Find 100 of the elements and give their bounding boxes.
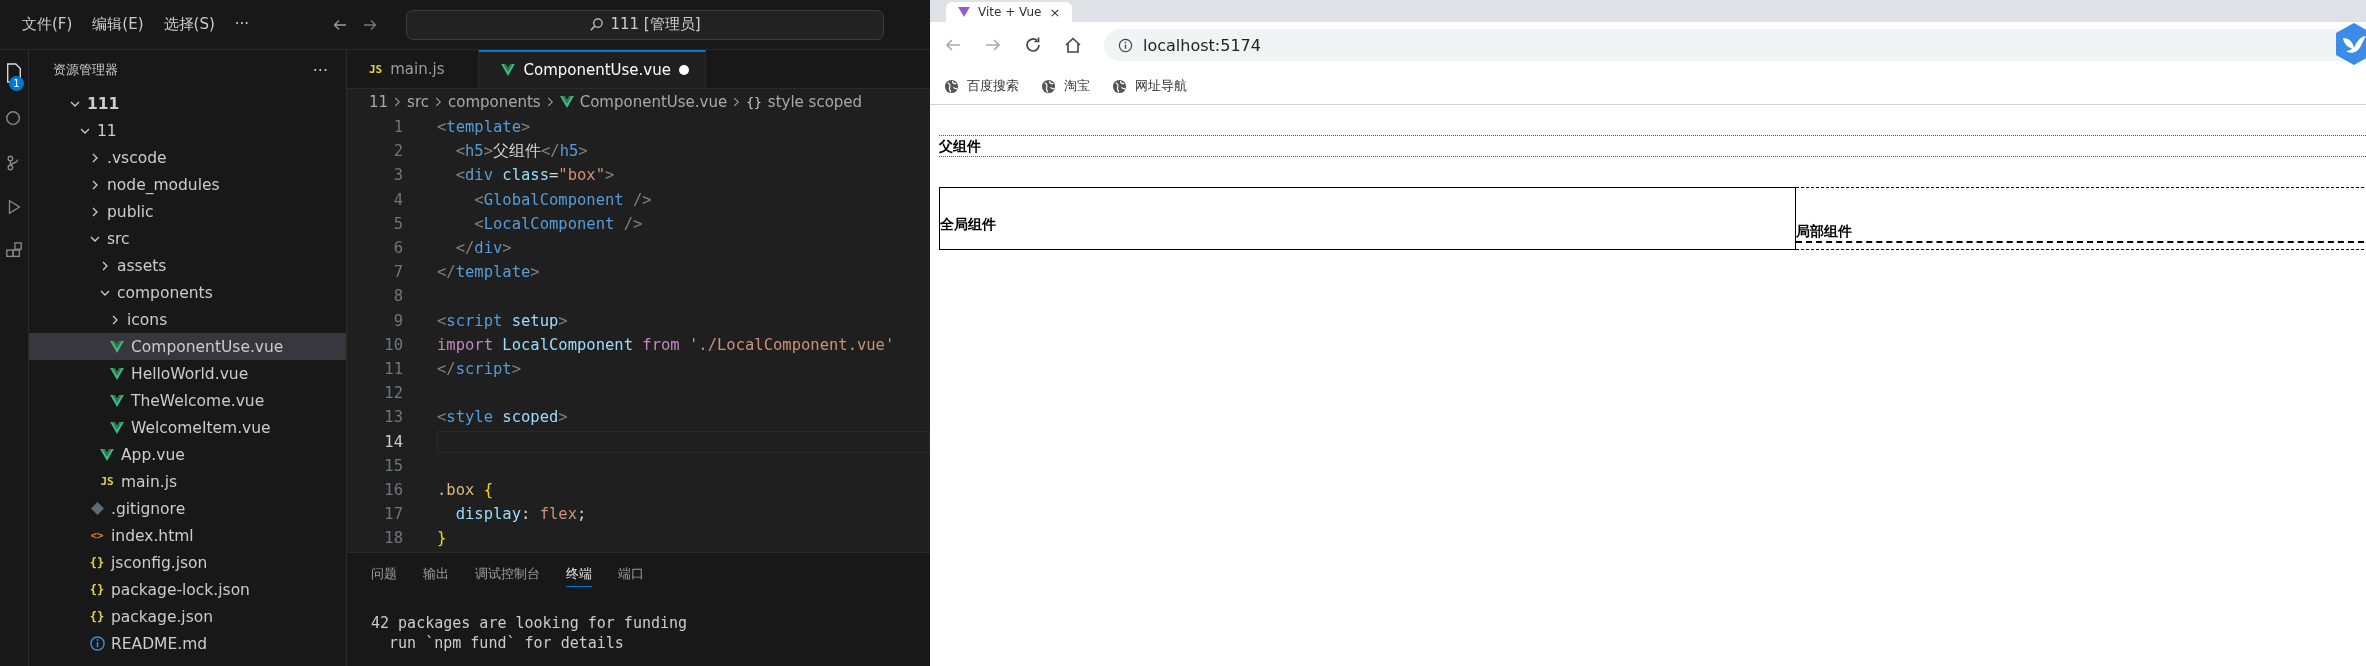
vue-icon (110, 340, 124, 353)
globe-icon (944, 78, 959, 94)
notification-badge: 1 (9, 76, 24, 91)
panel-tab[interactable]: 端口 (618, 565, 644, 587)
breadcrumb-item[interactable]: ComponentUse.vue (579, 93, 728, 111)
close-button[interactable]: × (1049, 4, 1061, 20)
tree-item[interactable]: JS main.js (29, 468, 346, 495)
code-line: <style scoped> (437, 408, 568, 427)
line-number: 17 (383, 505, 404, 524)
terminal-line: run `npm fund` for details (388, 633, 625, 653)
code-icon: <> (90, 529, 104, 542)
braces-icon: {} (89, 609, 105, 624)
logo-icon (958, 7, 970, 17)
tree-item[interactable]: TheWelcome.vue (29, 387, 346, 414)
line-number: 15 (383, 456, 404, 475)
tree-item[interactable]: .gitignore (29, 495, 346, 522)
tree-item[interactable]: ComponentUse.vue (29, 333, 346, 360)
code-line: <LocalComponent /> (473, 214, 643, 233)
code-line: <template> (437, 118, 531, 137)
code-line: <div class="box"> (454, 166, 615, 185)
chevron-right-icon (546, 96, 554, 108)
unsaved-dot (679, 65, 689, 75)
braces-icon: {} (746, 94, 762, 110)
breadcrumb-item[interactable]: style scoped (767, 93, 863, 111)
home-icon[interactable] (1064, 36, 1082, 54)
tree-item[interactable]: {} package.json (29, 603, 346, 630)
code-line: <GlobalComponent /> (473, 190, 652, 209)
line-number: 11 (383, 359, 404, 378)
tree-item[interactable]: {} jsconfig.json (29, 549, 346, 576)
info-icon (89, 636, 105, 651)
line-number: 16 (383, 480, 404, 499)
tree-item[interactable]: 11 (29, 117, 346, 144)
vue-icon (501, 64, 516, 76)
line-number: 18 (383, 529, 404, 548)
line-number: 4 (392, 190, 404, 209)
tree-item[interactable]: {} package-lock.json (29, 576, 346, 603)
tree-item[interactable]: App.vue (29, 441, 346, 468)
tree-item[interactable]: README.md (29, 630, 346, 657)
chevron-right-icon (394, 96, 402, 108)
tree-item[interactable]: HelloWorld.vue (29, 360, 346, 387)
tree-item[interactable]: src (29, 225, 346, 252)
tree-item[interactable]: public (29, 198, 346, 225)
code-line: <h5>父组件</h5> (454, 140, 588, 162)
bird-icon[interactable] (2334, 22, 2366, 66)
line-number: 6 (392, 239, 404, 258)
breadcrumb-item[interactable]: 11 (369, 93, 389, 111)
line-number: 14 (383, 432, 404, 451)
search-icon (589, 17, 605, 32)
braces-icon: {} (89, 555, 105, 570)
menu-item[interactable]: ··· (234, 15, 250, 34)
line-number: 7 (392, 263, 404, 282)
search-icon[interactable] (5, 110, 23, 128)
tree-item[interactable]: WelcomeItem.vue (29, 414, 346, 441)
line-number: 8 (392, 287, 404, 306)
bookmark[interactable]: 百度搜索 (944, 77, 1019, 95)
tree-item[interactable]: components (29, 279, 346, 306)
chevron-right-icon (435, 96, 442, 108)
line-number: 13 (383, 408, 404, 427)
editor-tab[interactable]: ComponentUse.vue (479, 50, 706, 88)
panel-tab[interactable]: 输出 (423, 565, 449, 587)
line-number: 12 (383, 384, 404, 403)
line-number: 9 (392, 311, 404, 330)
global-component-box: 全局组件 (939, 187, 1796, 250)
browser-tab[interactable]: Vite + Vue × (946, 2, 1073, 22)
breadcrumb-item[interactable]: src (407, 93, 429, 111)
globe-icon (1041, 78, 1056, 94)
tree-item[interactable]: .vscode (29, 144, 346, 171)
panel-tab[interactable]: 问题 (371, 565, 397, 587)
breadcrumb-item[interactable]: components (448, 93, 541, 111)
tree-item[interactable]: 111 (29, 90, 346, 117)
line-number: 2 (392, 142, 404, 161)
line-number: 1 (392, 118, 404, 137)
more-actions-button[interactable]: ··· (312, 60, 328, 80)
bookmark[interactable]: 淘宝 (1041, 77, 1090, 95)
code-line: .box { (437, 480, 493, 499)
tree-item[interactable]: node_modules (29, 171, 346, 198)
code-line: </template> (437, 263, 540, 282)
tree-item[interactable]: <> index.html (29, 522, 346, 549)
globe-icon (1112, 78, 1127, 94)
line-number: 5 (392, 214, 404, 233)
panel-tab[interactable]: 终端 (566, 565, 592, 587)
menu-item[interactable]: 编辑(E) (92, 15, 144, 34)
tree-item[interactable]: assets (29, 252, 346, 279)
js-icon: JS (100, 475, 114, 488)
tree-item[interactable]: icons (29, 306, 346, 333)
vue-icon (110, 394, 124, 407)
extensions-icon[interactable] (5, 242, 23, 260)
code-line: } (437, 529, 447, 548)
chevron-right-icon (733, 96, 741, 108)
menu-item[interactable]: 选择(S) (163, 15, 215, 34)
code-line: </div> (454, 239, 512, 258)
bookmark[interactable]: 网址导航 (1112, 77, 1187, 95)
code-line: <script setup> (437, 311, 568, 330)
panel-tab[interactable]: 调试控制台 (475, 565, 540, 587)
menu-item[interactable]: 文件(F) (22, 15, 73, 34)
code-line: </script> (437, 359, 521, 378)
command-center-search[interactable]: 111 [管理员] (406, 9, 884, 40)
vue-icon (110, 421, 124, 434)
reload-icon[interactable] (1024, 36, 1042, 54)
terminal-line: 42 packages are looking for funding (371, 613, 689, 633)
